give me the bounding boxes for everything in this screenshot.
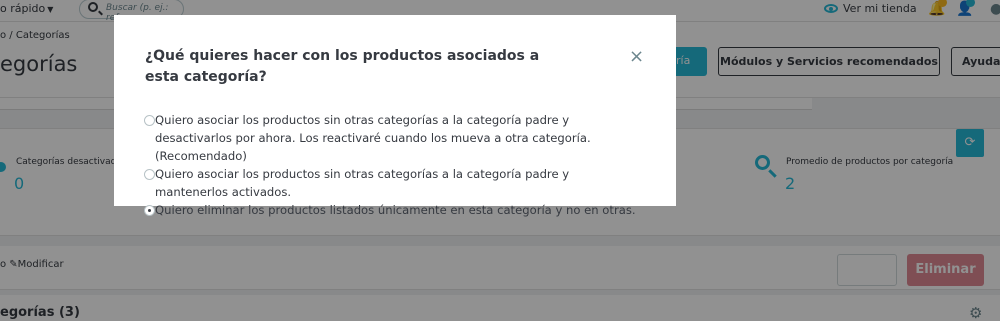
modal-title: ¿Qué quieres hacer con los productos aso… — [145, 48, 540, 85]
option-deactivate-label[interactable]: Quiero asociar los productos sin otras c… — [155, 113, 591, 163]
option-keep-active-label[interactable]: Quiero asociar los productos sin otras c… — [155, 167, 569, 199]
radio-delete-products[interactable] — [144, 205, 155, 216]
delete-category-modal: ¿Qué quieres hacer con los productos aso… — [114, 15, 676, 217]
option-delete-products[interactable]: Quiero eliminar los productos listados ú… — [144, 201, 644, 219]
radio-deactivate[interactable] — [144, 115, 155, 126]
close-icon[interactable]: × — [629, 48, 644, 66]
product-action-options: Quiero asociar los productos sin otras c… — [144, 111, 644, 219]
radio-keep-active[interactable] — [144, 169, 155, 180]
option-delete-products-label[interactable]: Quiero eliminar los productos listados ú… — [155, 203, 636, 217]
option-keep-active[interactable]: Quiero asociar los productos sin otras c… — [144, 165, 644, 201]
option-deactivate[interactable]: Quiero asociar los productos sin otras c… — [144, 111, 644, 165]
